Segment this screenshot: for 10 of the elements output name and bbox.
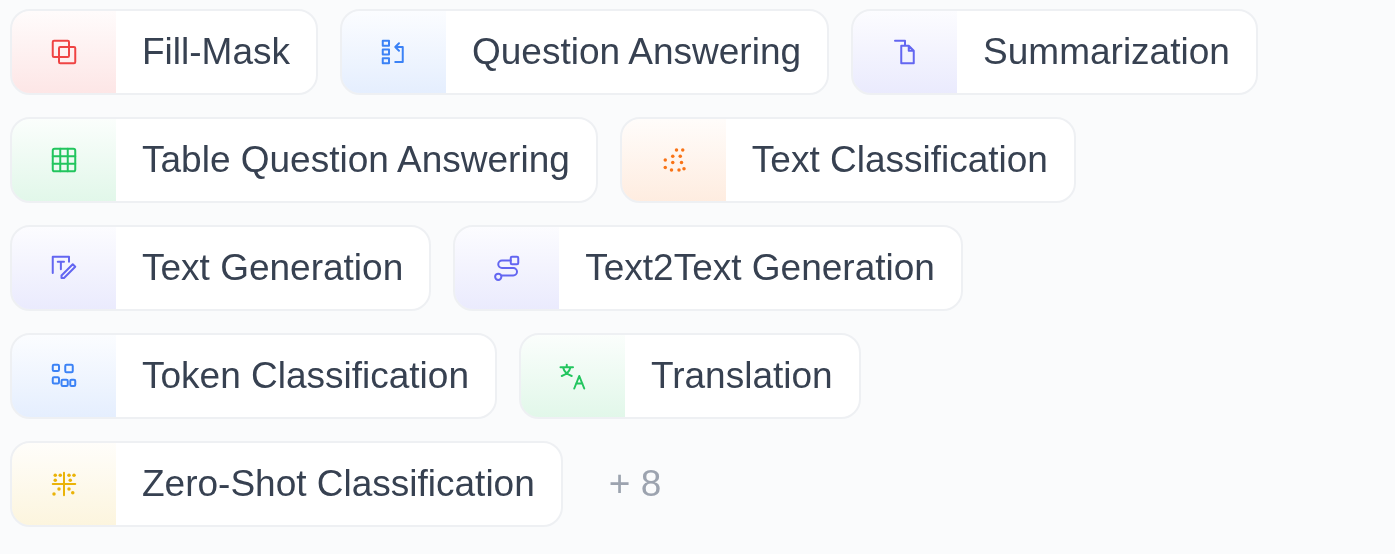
- task-tag[interactable]: Text Classification: [619, 117, 1076, 203]
- task-tag[interactable]: Fill-Mask: [10, 9, 318, 95]
- task-tag[interactable]: Table Question Answering: [10, 117, 598, 203]
- task-tag[interactable]: Summarization: [851, 9, 1258, 95]
- task-tag[interactable]: Text Generation: [10, 225, 432, 311]
- task-tag[interactable]: Token Classification: [10, 333, 497, 419]
- task-tag[interactable]: Question Answering: [340, 9, 830, 95]
- task-tag[interactable]: Zero-Shot Classification: [10, 441, 563, 527]
- task-tag[interactable]: Translation: [519, 333, 861, 419]
- task-tag[interactable]: Text2Text Generation: [453, 225, 963, 311]
